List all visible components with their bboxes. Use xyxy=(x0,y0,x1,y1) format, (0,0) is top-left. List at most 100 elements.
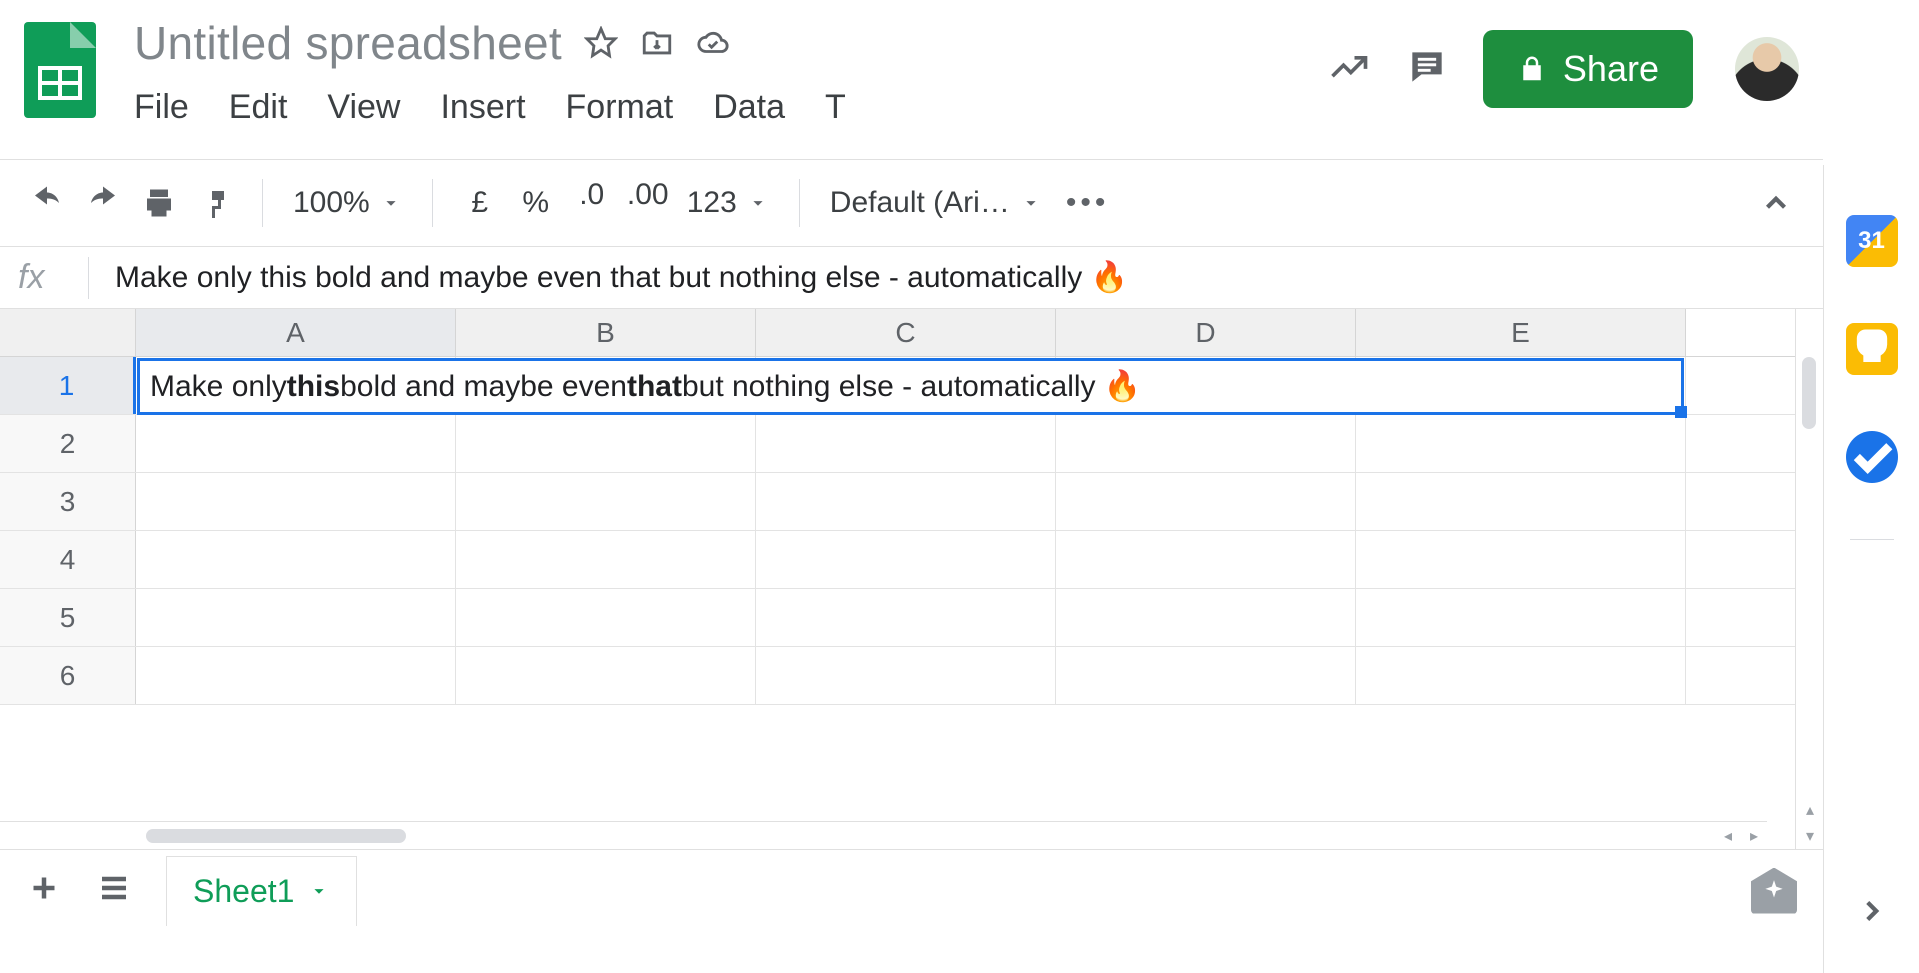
cell-a1-bold2: that xyxy=(627,370,682,404)
keep-addon-icon[interactable] xyxy=(1846,323,1898,375)
cell-c3[interactable] xyxy=(756,473,1056,530)
row-header-2[interactable]: 2 xyxy=(0,415,136,472)
cell-c5[interactable] xyxy=(756,589,1056,646)
scroll-left-icon[interactable]: ◂ xyxy=(1715,822,1741,849)
move-icon[interactable] xyxy=(640,26,674,60)
cell-a3[interactable] xyxy=(136,473,456,530)
redo-button[interactable] xyxy=(80,180,126,226)
row-header-1[interactable]: 1 xyxy=(0,357,136,414)
select-all-corner[interactable] xyxy=(0,309,136,356)
percent-button[interactable]: % xyxy=(513,180,559,226)
column-header-d[interactable]: D xyxy=(1056,309,1356,356)
cell-a6[interactable] xyxy=(136,647,456,704)
decrease-decimal-button[interactable]: .0 xyxy=(569,180,615,226)
grid-area: A B C D E 1 2 3 4 5 6 Make only this bol… xyxy=(0,309,1823,849)
paint-format-button[interactable] xyxy=(192,180,238,226)
tasks-addon-icon[interactable] xyxy=(1846,431,1898,483)
sheet-tab-sheet1[interactable]: Sheet1 xyxy=(166,856,357,926)
cell-e3[interactable] xyxy=(1356,473,1686,530)
cell-a5[interactable] xyxy=(136,589,456,646)
zoom-dropdown[interactable]: 100% xyxy=(287,186,408,220)
cell-d4[interactable] xyxy=(1056,531,1356,588)
cell-a1-seg2: bold and maybe even xyxy=(340,370,627,404)
menu-file[interactable]: File xyxy=(134,88,189,127)
zoom-value: 100% xyxy=(293,186,370,220)
decrease-decimal-label: .0 xyxy=(579,180,604,210)
column-header-b[interactable]: B xyxy=(456,309,756,356)
menu-view[interactable]: View xyxy=(327,88,400,127)
cell-d5[interactable] xyxy=(1056,589,1356,646)
cell-d2[interactable] xyxy=(1056,415,1356,472)
menu-edit[interactable]: Edit xyxy=(229,88,288,127)
scroll-up-icon[interactable]: ▴ xyxy=(1796,797,1824,823)
collapse-toolbar-button[interactable] xyxy=(1753,180,1799,226)
hide-side-panel-button[interactable] xyxy=(1855,894,1889,933)
cell-a4[interactable] xyxy=(136,531,456,588)
vertical-scroll-thumb[interactable] xyxy=(1802,357,1816,429)
cell-d3[interactable] xyxy=(1056,473,1356,530)
row-header-6[interactable]: 6 xyxy=(0,647,136,704)
cell-c4[interactable] xyxy=(756,531,1056,588)
cell-b5[interactable] xyxy=(456,589,756,646)
cell-a1-seg1: Make only xyxy=(150,370,287,404)
row-header-4[interactable]: 4 xyxy=(0,531,136,588)
menu-bar: File Edit View Insert Format Data T xyxy=(134,74,1309,127)
cell-b6[interactable] xyxy=(456,647,756,704)
horizontal-scroll-thumb[interactable] xyxy=(146,829,406,843)
cell-a1-seg3: but nothing else - automatically 🔥 xyxy=(682,369,1141,404)
cell-e4[interactable] xyxy=(1356,531,1686,588)
all-sheets-button[interactable] xyxy=(96,870,132,911)
scroll-right-icon[interactable]: ▸ xyxy=(1741,822,1767,849)
cell-a1-bold1: this xyxy=(287,370,340,404)
cell-e5[interactable] xyxy=(1356,589,1686,646)
cell-a2[interactable] xyxy=(136,415,456,472)
comments-icon[interactable] xyxy=(1405,45,1449,94)
cell-b3[interactable] xyxy=(456,473,756,530)
row-header-5[interactable]: 5 xyxy=(0,589,136,646)
toolbar: 100% £ % .0 .00 123 Default (Ari… xyxy=(0,160,1823,246)
account-avatar[interactable] xyxy=(1735,37,1799,101)
undo-button[interactable] xyxy=(24,180,70,226)
column-header-c[interactable]: C xyxy=(756,309,1056,356)
cloud-status-icon[interactable] xyxy=(696,26,730,60)
cell-b2[interactable] xyxy=(456,415,756,472)
share-button-label: Share xyxy=(1563,48,1659,90)
formula-content[interactable]: Make only this bold and maybe even that … xyxy=(115,260,1128,295)
cell-e6[interactable] xyxy=(1356,647,1686,704)
increase-decimal-button[interactable]: .00 xyxy=(625,180,671,226)
sheets-logo[interactable] xyxy=(24,22,96,118)
active-cell-a1[interactable]: Make only this bold and maybe even that … xyxy=(137,358,1684,415)
cell-b4[interactable] xyxy=(456,531,756,588)
share-button[interactable]: Share xyxy=(1483,30,1693,108)
explore-button[interactable] xyxy=(1751,868,1797,914)
menu-format[interactable]: Format xyxy=(566,88,674,127)
menu-data[interactable]: Data xyxy=(713,88,785,127)
star-icon[interactable] xyxy=(584,26,618,60)
formula-bar[interactable]: fx Make only this bold and maybe even th… xyxy=(0,247,1823,309)
doc-title[interactable]: Untitled spreadsheet xyxy=(134,16,562,70)
scroll-down-icon[interactable]: ▾ xyxy=(1796,823,1824,849)
font-dropdown[interactable]: Default (Ari… xyxy=(824,186,1048,220)
menu-insert[interactable]: Insert xyxy=(440,88,525,127)
add-sheet-button[interactable] xyxy=(26,870,62,911)
toolbar-more-button[interactable]: ••• xyxy=(1058,186,1118,220)
number-format-label: 123 xyxy=(687,186,737,220)
number-format-dropdown[interactable]: 123 xyxy=(681,186,775,220)
column-header-e[interactable]: E xyxy=(1356,309,1686,356)
column-header-a[interactable]: A xyxy=(136,309,456,356)
calendar-addon-icon[interactable]: 31 xyxy=(1846,215,1898,267)
cell-e2[interactable] xyxy=(1356,415,1686,472)
menu-tools-truncated[interactable]: T xyxy=(825,88,846,127)
cell-d6[interactable] xyxy=(1056,647,1356,704)
horizontal-scrollbar[interactable]: ◂ ▸ xyxy=(0,821,1767,849)
currency-button[interactable]: £ xyxy=(457,180,503,226)
cell-c6[interactable] xyxy=(756,647,1056,704)
increase-decimal-label: .00 xyxy=(627,180,669,210)
vertical-scrollbar[interactable]: ▴ ▾ xyxy=(1795,309,1823,849)
activity-icon[interactable] xyxy=(1327,45,1371,94)
cell-c2[interactable] xyxy=(756,415,1056,472)
print-button[interactable] xyxy=(136,180,182,226)
selection-handle[interactable] xyxy=(1675,406,1687,418)
font-label: Default (Ari… xyxy=(830,186,1010,220)
row-header-3[interactable]: 3 xyxy=(0,473,136,530)
